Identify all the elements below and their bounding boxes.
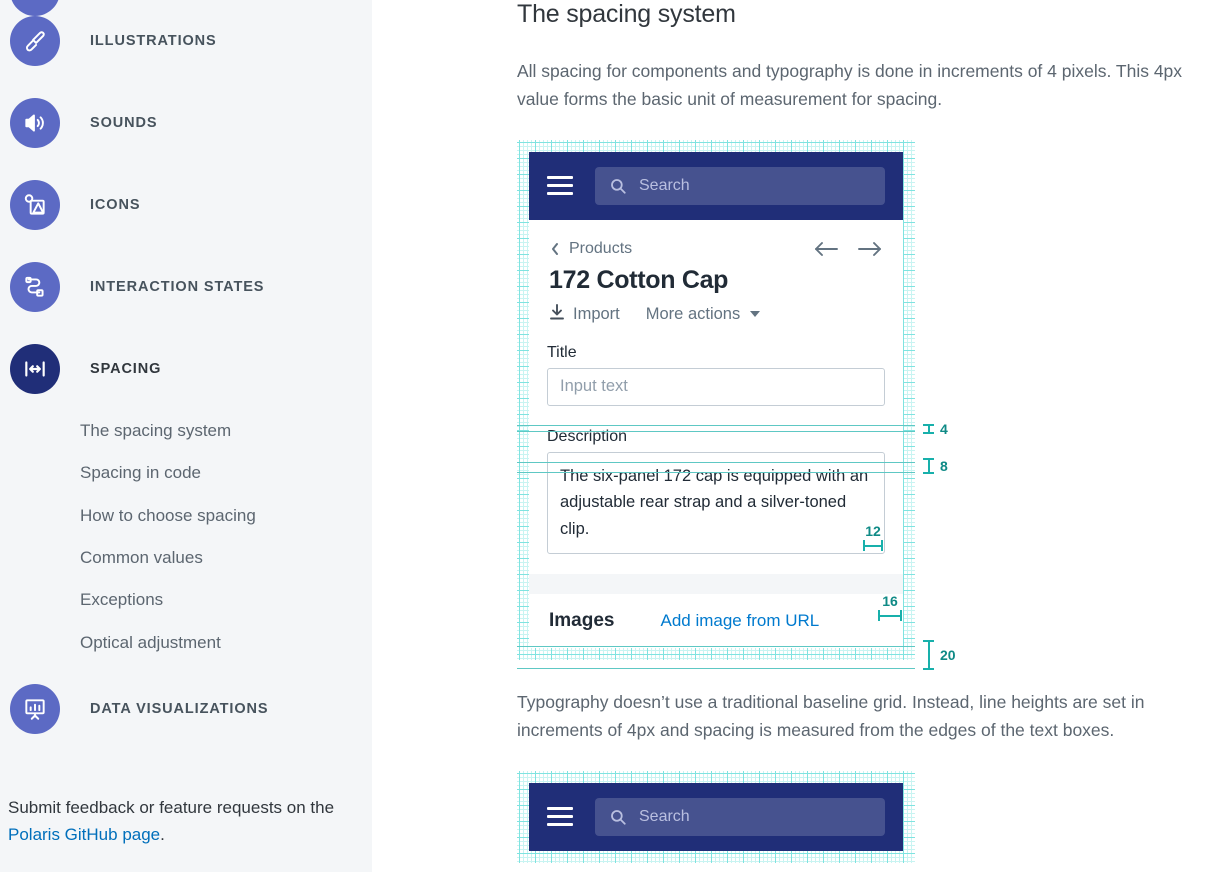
arrow-left-icon[interactable] (813, 240, 839, 258)
article: The spacing system All spacing for compo… (517, 0, 1207, 863)
ruler-band-20 (517, 645, 915, 669)
sidebar-item-label: DATA VISUALIZATIONS (90, 701, 269, 718)
chevron-left-icon (549, 241, 561, 257)
sidebar-subitem-how-to-choose-spacing[interactable]: How to choose spacing (0, 495, 372, 537)
annotation-16: 16 (875, 593, 905, 621)
mockup-body: Products 172 Cotton Cap Import More acti… (529, 219, 903, 648)
section-divider (529, 573, 903, 594)
chart-easel-icon (10, 684, 60, 735)
spacing-spec-figure: Search Products 172 Cotton Cap Import Mo… (517, 140, 956, 670)
sidebar-item-data-visualizations[interactable]: DATA VISUALIZATIONS (0, 664, 372, 754)
typography-paragraph: Typography doesn’t use a traditional bas… (517, 691, 1145, 741)
annotation-20-value: 20 (940, 646, 956, 663)
sidebar-subnav-spacing: The spacing system Spacing in code How t… (0, 410, 372, 664)
sidebar-footer-text-after: . (160, 824, 165, 844)
sidebar-item-label: SOUNDS (90, 115, 158, 131)
sidebar-subitem-common-values[interactable]: Common values (0, 537, 372, 579)
breadcrumb[interactable]: Products (549, 240, 632, 258)
sidebar-item-label: SPACING (90, 361, 162, 377)
search-icon (609, 808, 627, 826)
sidebar-subitem-optical-adjustment[interactable]: Optical adjustment (0, 622, 372, 664)
polaris-github-link[interactable]: Polaris GitHub page (8, 825, 160, 844)
sidebar-item-icons[interactable]: ICONS (0, 164, 372, 246)
speaker-icon (10, 98, 60, 148)
mockup-action-bar: Import More actions (549, 303, 883, 326)
image-icon (10, 180, 60, 230)
app-root: ILLUSTRATIONS SOUNDS ICONS INTERACTION S… (0, 0, 1216, 872)
page-title: The spacing system (517, 0, 736, 28)
product-mockup: Search Products 172 Cotton Cap Import Mo… (529, 151, 903, 648)
sidebar-subitem-the-spacing-system[interactable]: The spacing system (0, 410, 372, 452)
sidebar-footer: Submit feedback or feature requests on t… (0, 794, 360, 848)
spacing-icon (10, 344, 60, 394)
search-input[interactable]: Search (595, 797, 885, 836)
description-textarea[interactable]: The six-panel 172 cap is equipped with a… (547, 451, 885, 554)
pagination-controls (813, 240, 883, 258)
sidebar-item-label: INTERACTION STATES (90, 279, 265, 295)
interaction-states-icon (10, 262, 60, 312)
more-actions-label: More actions (645, 304, 741, 323)
sidebar-item-sounds[interactable]: SOUNDS (0, 82, 372, 164)
hamburger-menu-icon[interactable] (547, 176, 573, 196)
sidebar: ILLUSTRATIONS SOUNDS ICONS INTERACTION S… (0, 0, 372, 872)
sidebar-footer-text-before: Submit feedback or feature requests on t… (8, 797, 335, 817)
breadcrumb-label: Products (569, 239, 633, 257)
import-icon (549, 303, 565, 326)
import-label: Import (573, 304, 620, 323)
title-input-placeholder: Input text (560, 377, 628, 396)
annotation-12-value: 12 (865, 522, 881, 539)
sidebar-item-label: ICONS (90, 197, 141, 213)
title-input[interactable]: Input text (547, 367, 885, 406)
search-icon (609, 177, 627, 195)
add-image-from-url-link[interactable]: Add image from URL (660, 611, 819, 631)
search-placeholder: Search (639, 176, 690, 194)
annotation-20: 20 (923, 639, 956, 670)
annotation-4: 4 (923, 421, 948, 437)
images-section: Images Add image from URL (529, 594, 903, 648)
sidebar-nav: ILLUSTRATIONS SOUNDS ICONS INTERACTION S… (0, 0, 372, 754)
more-actions-button[interactable]: More actions (645, 304, 761, 324)
arrow-right-icon[interactable] (857, 240, 883, 258)
sidebar-subitem-spacing-in-code[interactable]: Spacing in code (0, 452, 372, 494)
sidebar-subitem-exceptions[interactable]: Exceptions (0, 579, 372, 621)
search-input[interactable]: Search (595, 166, 885, 205)
product-form-card: Title Input text Description The six-pan… (529, 326, 903, 648)
product-title: 172 Cotton Cap (549, 265, 729, 294)
chevron-down-icon (750, 311, 761, 318)
main-content: The spacing system All spacing for compo… (372, 0, 1216, 872)
paintbrush-icon (10, 16, 60, 66)
hamburger-menu-icon[interactable] (547, 807, 573, 827)
mockup-header: Products 172 Cotton Cap Import More acti… (529, 220, 903, 326)
annotation-8: 8 (923, 457, 948, 474)
sidebar-item-illustrations[interactable]: ILLUSTRATIONS (0, 0, 372, 82)
annotation-16-value: 16 (882, 592, 898, 609)
description-value: The six-panel 172 cap is equipped with a… (560, 466, 869, 539)
search-placeholder: Search (639, 807, 690, 825)
mockup-topbar: Search (529, 151, 903, 220)
intro-paragraph: All spacing for components and typograph… (517, 61, 1183, 110)
mockup-topbar-2: Search (529, 782, 903, 851)
product-mockup-2: Search (529, 782, 903, 851)
annotation-8-value: 8 (940, 457, 948, 474)
sidebar-item-label: ILLUSTRATIONS (90, 33, 217, 49)
description-field-label: Description (547, 427, 628, 445)
spacing-spec-figure-2: Search (517, 771, 915, 863)
annotation-4-value: 4 (940, 420, 948, 437)
sidebar-item-interaction-states[interactable]: INTERACTION STATES (0, 246, 372, 328)
title-field-label: Title (547, 343, 577, 361)
import-button[interactable]: Import (549, 303, 620, 326)
sidebar-item-spacing[interactable]: SPACING The spacing system Spacing in co… (0, 328, 372, 664)
annotation-12: 12 (860, 523, 886, 551)
images-title: Images (549, 609, 615, 631)
